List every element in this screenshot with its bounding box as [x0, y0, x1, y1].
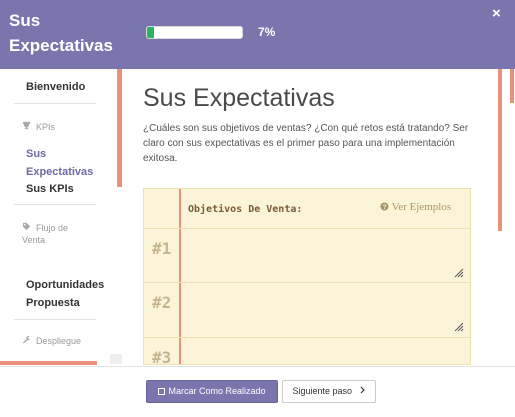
mark-done-label: Marcar Como Realizado [168, 386, 266, 396]
resize-grip-icon[interactable] [454, 322, 464, 332]
sidebar-item-sus-kpis[interactable]: Sus KPIs [26, 183, 74, 195]
close-icon[interactable]: × [492, 5, 501, 22]
page-scrollbar[interactable] [510, 69, 514, 103]
notebook-heading: Objetivos De Venta: [188, 204, 303, 215]
examples-link-label: Ver Ejemplos [391, 201, 452, 213]
goal-1-field[interactable] [184, 238, 464, 278]
goal-number: #1 [152, 239, 172, 258]
progress-bar [146, 26, 243, 39]
goal-2-field[interactable] [184, 292, 464, 332]
content-description: ¿Cuáles son sus objetivos de ventas? ¿Co… [143, 123, 469, 164]
footer-divider [0, 366, 515, 367]
content-title: Sus Expectativas [143, 84, 335, 112]
examples-link[interactable]: ? Ver Ejemplos [380, 201, 451, 213]
progress-fill [147, 27, 154, 38]
next-step-label: Siguiente paso [292, 386, 353, 396]
progress-label: 7% [258, 25, 276, 39]
notebook-rule [144, 228, 470, 229]
sidebar-scroll-track[interactable] [110, 354, 122, 364]
mark-done-button[interactable]: Marcar Como Realizado [146, 380, 278, 403]
sidebar-accent-bar [0, 361, 97, 365]
notebook-rule [144, 337, 470, 338]
sidebar-item-oportunidades[interactable]: Oportunidades Propuesta [26, 276, 112, 312]
notebook-rule [144, 282, 470, 283]
goals-notebook: Objetivos De Venta: ? Ver Ejemplos #1 #2… [143, 188, 471, 365]
goal-3-field[interactable] [184, 347, 464, 364]
wrench-icon [22, 335, 31, 346]
help-circle-icon: ? [380, 201, 392, 213]
sidebar-divider [14, 103, 96, 104]
chevron-right-icon [360, 386, 366, 396]
page-title: Sus Expectativas [9, 11, 113, 55]
sidebar-item-sus-expectativas[interactable]: Sus Expectativas [26, 145, 106, 181]
goal-number: #2 [152, 293, 172, 312]
sidebar-scrollbar[interactable] [117, 69, 122, 187]
goal-number: #3 [152, 348, 172, 365]
resize-grip-icon[interactable] [454, 268, 464, 278]
svg-text:?: ? [383, 204, 387, 211]
checkbox-icon [158, 388, 166, 395]
sidebar-section-despliegue: Despliegue [22, 335, 81, 346]
content-scrollbar[interactable] [498, 69, 502, 231]
sidebar-section-kpis: KPIs [22, 121, 55, 132]
sidebar-section-label: KPIs [36, 122, 56, 132]
sidebar-divider [14, 204, 96, 205]
tag-icon [22, 222, 31, 234]
header-bar: Sus Expectativas 7% × [0, 0, 515, 69]
sidebar-divider [14, 319, 96, 320]
sidebar-section-label: Despliegue [36, 336, 82, 346]
trophy-icon [22, 121, 31, 132]
sidebar-section-flujo: Flujo de Venta [22, 222, 92, 246]
next-step-button[interactable]: Siguiente paso [282, 380, 376, 403]
sidebar-item-welcome[interactable]: Bienvenido [26, 81, 85, 93]
